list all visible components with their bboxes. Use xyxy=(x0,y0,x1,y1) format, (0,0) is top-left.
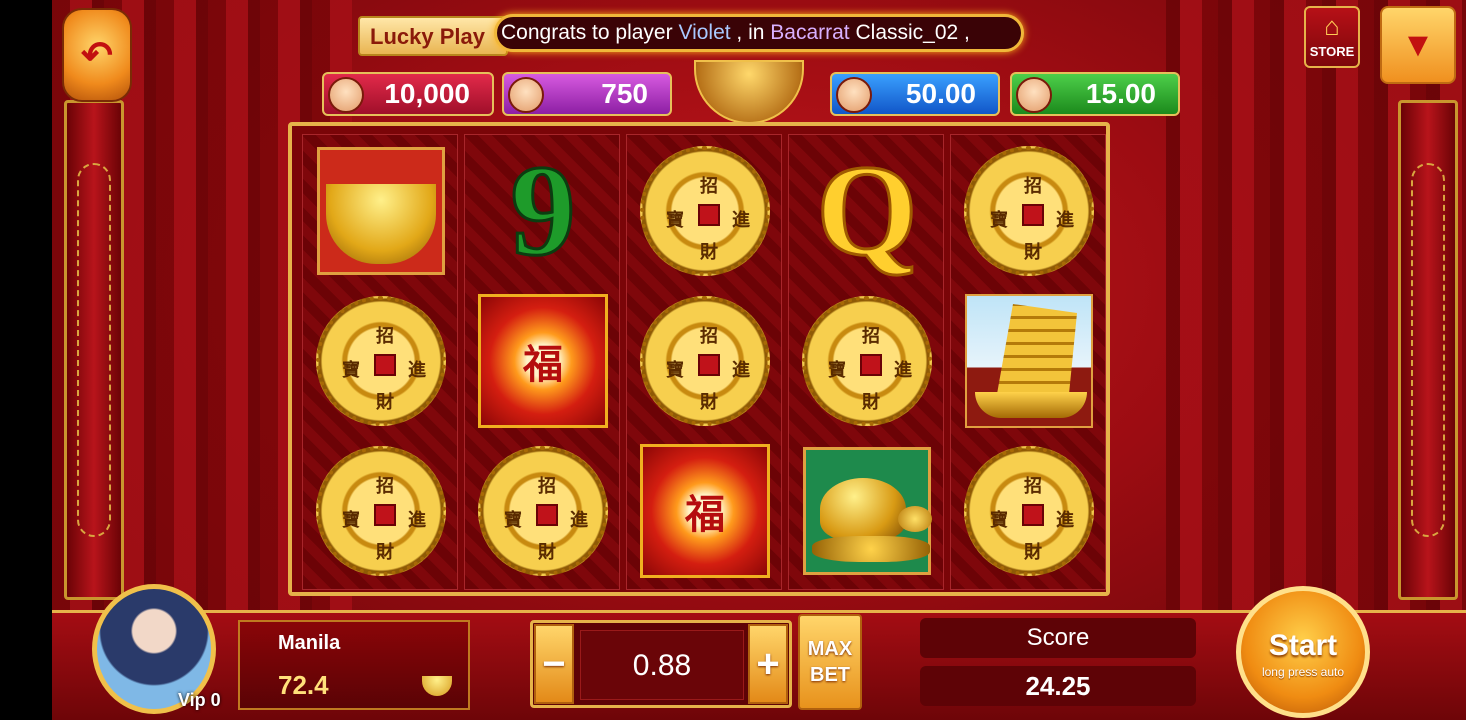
store-icon: ⌂ xyxy=(1324,11,1340,41)
ticker-player: Violet xyxy=(678,21,731,44)
reel-cell xyxy=(313,143,449,279)
reel-cell: 招財寶進 xyxy=(313,293,449,429)
jackpot-major: 750 xyxy=(502,72,672,116)
junk-ship-icon xyxy=(965,294,1093,428)
ticker-tab: Lucky Play xyxy=(358,16,508,56)
reel-cell: 福 xyxy=(637,443,773,579)
coin-icon: 招財寶進 xyxy=(316,446,446,576)
back-arrow-icon: ↶ xyxy=(81,34,113,77)
reel-3: 招財寶進 招財寶進 福 xyxy=(626,134,782,590)
chevron-down-icon: ▼ xyxy=(1401,25,1435,64)
left-pillar xyxy=(64,100,124,600)
player-name: Manila xyxy=(278,632,341,654)
reel-5: 招財寶進 招財寶進 xyxy=(950,134,1106,590)
coin-icon: 招財寶進 xyxy=(316,296,446,426)
god-of-wealth-icon xyxy=(328,77,364,113)
coin-icon: 招財寶進 xyxy=(802,296,932,426)
start-label: Start xyxy=(1268,629,1338,662)
coin-icon: 招財寶進 xyxy=(964,446,1094,576)
reel-cell: 招財寶進 xyxy=(637,143,773,279)
reel-cell: 招財寶進 xyxy=(961,143,1097,279)
reel-cell: 招財寶進 xyxy=(637,293,773,429)
reel-cell: 招財寶進 xyxy=(313,443,449,579)
ticker-game: Bacarrat xyxy=(770,21,850,44)
jackpot-mini: 15.00 xyxy=(1010,72,1180,116)
nine-symbol: 9 xyxy=(509,139,577,283)
slot-reels: 招財寶進 招財寶進 9 福 招財寶進 招財寶進 招財寶進 福 Q 招財寶進 招財… xyxy=(288,122,1110,596)
player-balance: 72.4 xyxy=(278,670,329,700)
reel-1: 招財寶進 招財寶進 xyxy=(302,134,458,590)
score-value: 24.25 xyxy=(920,666,1196,706)
queen-symbol: Q xyxy=(815,139,919,283)
treasure-bowl-icon xyxy=(694,60,804,124)
bet-amount: 0.88 xyxy=(580,630,744,700)
coin-icon: 招財寶進 xyxy=(640,296,770,426)
reel-2: 9 福 招財寶進 xyxy=(464,134,620,590)
god-of-wealth-icon xyxy=(508,77,544,113)
start-sublabel: long press auto xyxy=(1261,665,1345,679)
golden-turtle-icon xyxy=(803,447,932,575)
start-spin-button[interactable]: Start long press auto xyxy=(1236,586,1370,718)
child-icon xyxy=(1016,77,1052,113)
score-panel: Score 24.25 xyxy=(920,618,1196,710)
store-button[interactable]: ⌂ STORE xyxy=(1304,6,1360,68)
coin-icon: 招財寶進 xyxy=(964,146,1094,276)
vip-badge: Vip 0 xyxy=(178,690,221,710)
announcement-ticker: Lucky Play Congrats to player Violet , i… xyxy=(358,14,1024,56)
reel-cell: Q xyxy=(799,143,935,279)
score-label: Score xyxy=(920,618,1196,658)
reel-cell: 招財寶進 xyxy=(799,293,935,429)
ticker-message: Congrats to player Violet , in Bacarrat … xyxy=(494,14,1024,52)
fu-tile-icon: 福 xyxy=(640,444,770,578)
player-panel xyxy=(238,620,470,710)
reel-cell: 招財寶進 xyxy=(961,443,1097,579)
decrease-bet-button[interactable]: − xyxy=(534,624,574,704)
store-label: STORE xyxy=(1309,44,1355,59)
coin-icon: 招財寶進 xyxy=(478,446,608,576)
child-icon xyxy=(836,77,872,113)
fu-tile-icon: 福 xyxy=(478,294,608,428)
reel-cell: 招財寶進 xyxy=(475,443,611,579)
reel-cell: 福 xyxy=(475,293,611,429)
jackpot-bar: 10,000 750 50.00 15.00 xyxy=(290,60,1190,124)
reel-cell xyxy=(799,443,935,579)
coin-icon: 招財寶進 xyxy=(640,146,770,276)
menu-dropdown-button[interactable]: ▼ xyxy=(1380,6,1456,84)
reel-cell xyxy=(961,293,1097,429)
gold-ingot-icon xyxy=(317,147,445,275)
reel-4: Q 招財寶進 xyxy=(788,134,944,590)
reel-cell: 9 xyxy=(475,143,611,279)
jackpot-minor: 50.00 xyxy=(830,72,1000,116)
max-bet-button[interactable]: MAX BET xyxy=(798,614,862,710)
right-pillar xyxy=(1398,100,1458,600)
increase-bet-button[interactable]: + xyxy=(748,624,788,704)
back-button[interactable]: ↶ xyxy=(62,8,132,102)
jackpot-grand: 10,000 xyxy=(322,72,494,116)
